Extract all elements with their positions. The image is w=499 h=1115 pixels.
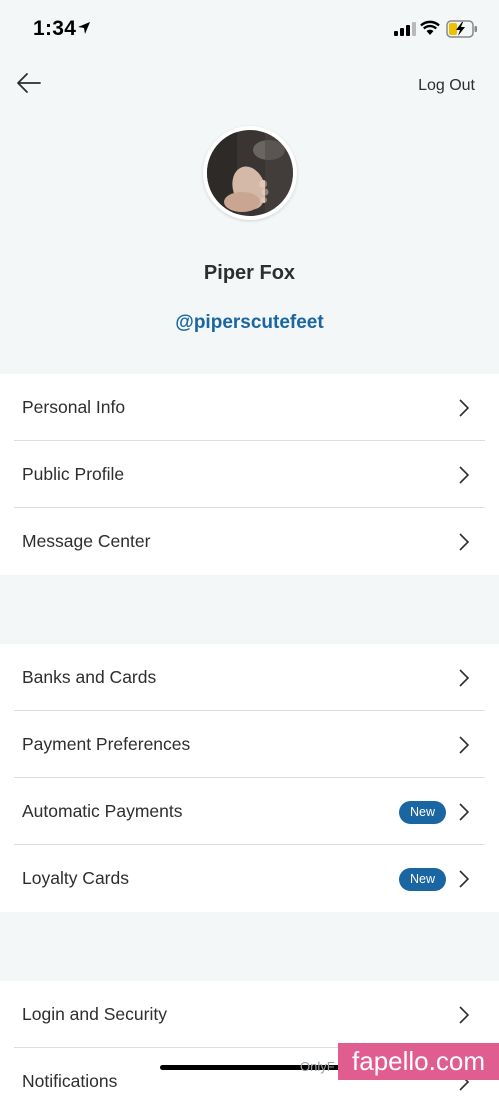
row-label: Automatic Payments <box>22 801 183 821</box>
row-label: Login and Security <box>22 1004 167 1024</box>
chevron-right-icon <box>459 870 469 888</box>
row-message-center[interactable]: Message Center <box>0 508 499 575</box>
chevron-right-icon <box>459 466 469 484</box>
new-badge: New <box>398 801 446 824</box>
chevron-right-icon <box>459 669 469 687</box>
profile-name: Piper Fox <box>203 262 296 284</box>
watermark-logo: fapello.com <box>338 1043 499 1080</box>
row-label: Payment Preferences <box>22 734 191 754</box>
watermark-text: OnlyF <box>300 1059 335 1074</box>
profile-handle[interactable]: @piperscutefeet <box>0 312 499 334</box>
chevron-right-icon <box>459 736 469 754</box>
row-payment-preferences[interactable]: Payment Preferences <box>0 711 499 778</box>
back-arrow-icon[interactable] <box>14 70 44 96</box>
settings-group-payments: Banks and Cards Payment Preferences Auto… <box>0 644 499 912</box>
row-loyalty-cards[interactable]: Loyalty Cards New <box>0 845 499 912</box>
avatar[interactable] <box>203 126 297 220</box>
log-out-button[interactable]: Log Out <box>418 77 475 95</box>
wifi-icon <box>420 20 440 35</box>
row-label: Notifications <box>22 1071 118 1091</box>
avatar-photo <box>207 130 293 216</box>
row-label: Personal Info <box>22 397 126 417</box>
cellular-signal-icon <box>394 22 416 36</box>
location-arrow-icon <box>78 22 90 34</box>
status-time: 1:34 <box>33 17 77 40</box>
settings-group-account: Personal Info Public Profile Message Cen… <box>0 374 499 575</box>
chevron-right-icon <box>459 533 469 551</box>
chevron-right-icon <box>459 1006 469 1024</box>
row-label: Message Center <box>22 531 151 551</box>
chevron-right-icon <box>459 399 469 417</box>
new-badge: New <box>398 868 446 891</box>
battery-charging-icon <box>446 20 477 38</box>
row-label: Banks and Cards <box>22 667 157 687</box>
row-label: Public Profile <box>22 464 125 484</box>
row-personal-info[interactable]: Personal Info <box>0 374 499 441</box>
row-label: Loyalty Cards <box>22 868 129 888</box>
row-public-profile[interactable]: Public Profile <box>0 441 499 508</box>
chevron-right-icon <box>459 803 469 821</box>
row-automatic-payments[interactable]: Automatic Payments New <box>0 778 499 845</box>
status-bar: 1:34 <box>0 0 499 60</box>
row-banks-and-cards[interactable]: Banks and Cards <box>0 644 499 711</box>
row-login-and-security[interactable]: Login and Security <box>0 981 499 1048</box>
